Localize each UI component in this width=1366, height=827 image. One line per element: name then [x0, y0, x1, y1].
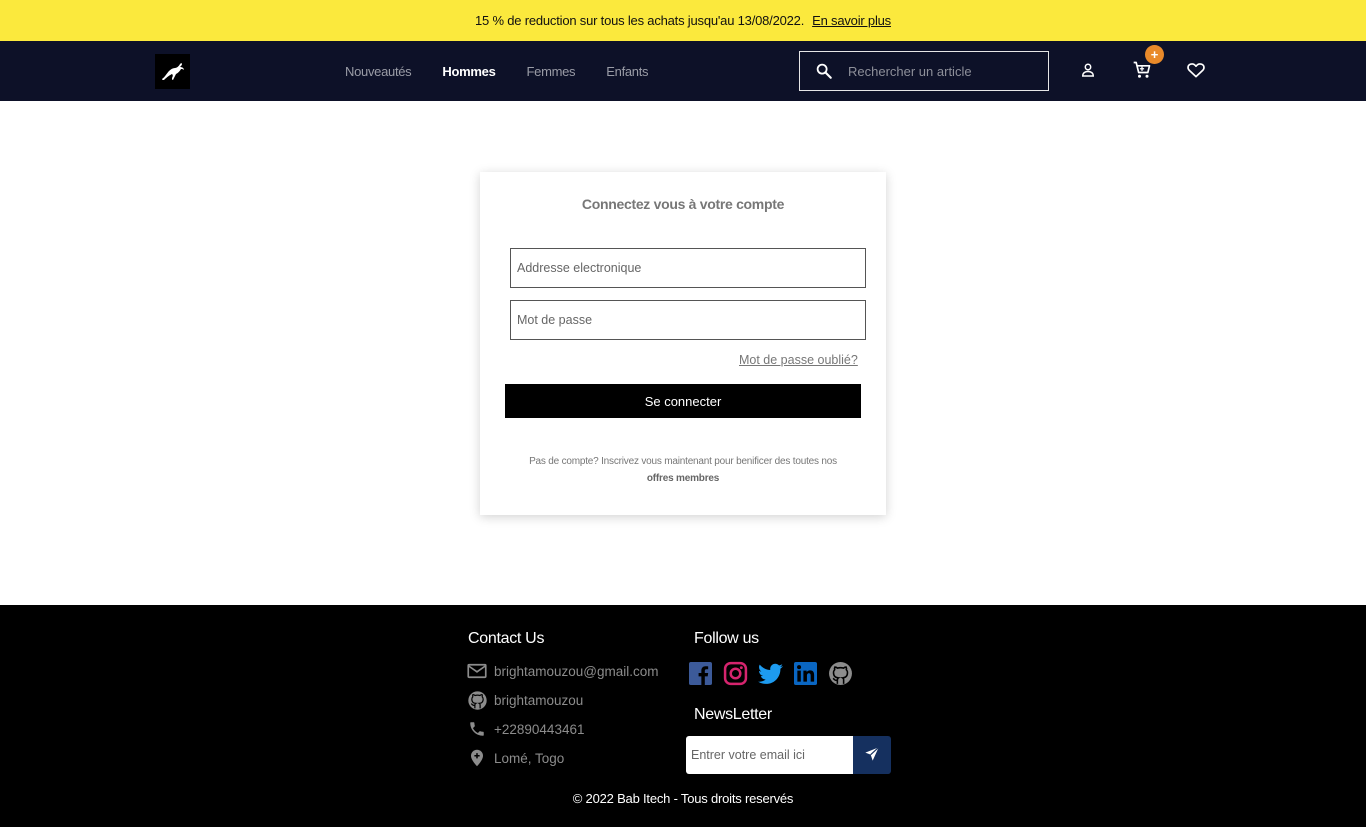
send-icon	[864, 746, 880, 765]
heart-icon[interactable]	[1185, 59, 1207, 81]
contact-github-row: brightamouzou	[466, 689, 583, 711]
promo-text: 15 % de reduction sur tous les achats ju…	[475, 13, 805, 28]
social-links	[688, 660, 853, 687]
menu-item-femmes[interactable]: Femmes	[527, 64, 576, 79]
search-box	[799, 51, 1049, 91]
contact-location-row: Lomé, Togo	[466, 747, 564, 769]
contact-github[interactable]: brightamouzou	[494, 693, 583, 708]
facebook-icon[interactable]	[688, 660, 713, 687]
github-icon[interactable]	[828, 660, 853, 687]
footer: Contact Us brightamouzou@gmail.com brigh…	[0, 605, 1366, 827]
contact-heading: Contact Us	[468, 630, 545, 647]
location-icon	[466, 747, 488, 769]
contact-phone[interactable]: +22890443461	[494, 722, 584, 737]
github-icon	[466, 689, 488, 711]
newsletter-email-input[interactable]	[686, 736, 853, 774]
main-navbar: Nouveautés Hommes Femmes Enfants +	[0, 41, 1366, 101]
menu-item-hommes[interactable]: Hommes	[442, 64, 495, 79]
search-icon[interactable]	[800, 62, 848, 80]
signup-text: Pas de compte? Inscrivez vous maintenant…	[529, 456, 837, 467]
contact-email[interactable]: brightamouzou@gmail.com	[494, 664, 659, 679]
login-title: Connectez vous à votre compte	[581, 196, 785, 212]
newsletter-send-button[interactable]	[853, 736, 891, 774]
search-input[interactable]	[848, 63, 1038, 79]
menu-item-nouveautes[interactable]: Nouveautés	[345, 64, 412, 79]
forgot-password-link[interactable]: Mot de passe oublié?	[739, 353, 858, 367]
contact-phone-row: +22890443461	[466, 718, 584, 740]
promo-learn-more-link[interactable]: En savoir plus	[812, 13, 891, 28]
login-card: Connectez vous à votre compte Mot de pas…	[480, 172, 886, 515]
user-icon[interactable]	[1077, 59, 1099, 81]
newsletter-heading: NewsLetter	[694, 706, 772, 723]
login-button[interactable]: Se connecter	[505, 384, 861, 418]
mail-icon	[466, 660, 488, 682]
cart-badge: +	[1145, 45, 1164, 64]
email-field[interactable]	[510, 248, 866, 288]
linkedin-icon[interactable]	[793, 660, 818, 687]
signup-prompt: Pas de compte? Inscrivez vous maintenant…	[510, 453, 856, 487]
main-menu: Nouveautés Hommes Femmes Enfants	[345, 41, 679, 101]
contact-email-row: brightamouzou@gmail.com	[466, 660, 659, 682]
contact-location: Lomé, Togo	[494, 750, 565, 766]
puma-logo-icon[interactable]	[155, 54, 190, 89]
follow-heading: Follow us	[694, 630, 759, 647]
signup-link[interactable]: offres membres	[510, 470, 856, 487]
password-field[interactable]	[510, 300, 866, 340]
phone-icon	[466, 718, 488, 740]
promo-banner: 15 % de reduction sur tous les achats ju…	[0, 0, 1366, 41]
menu-item-enfants[interactable]: Enfants	[606, 64, 648, 79]
twitter-icon[interactable]	[758, 660, 783, 687]
instagram-icon[interactable]	[723, 660, 748, 687]
copyright-text: © 2022 Bab Itech - Tous droits reservés	[572, 791, 794, 806]
newsletter-form	[686, 736, 891, 774]
